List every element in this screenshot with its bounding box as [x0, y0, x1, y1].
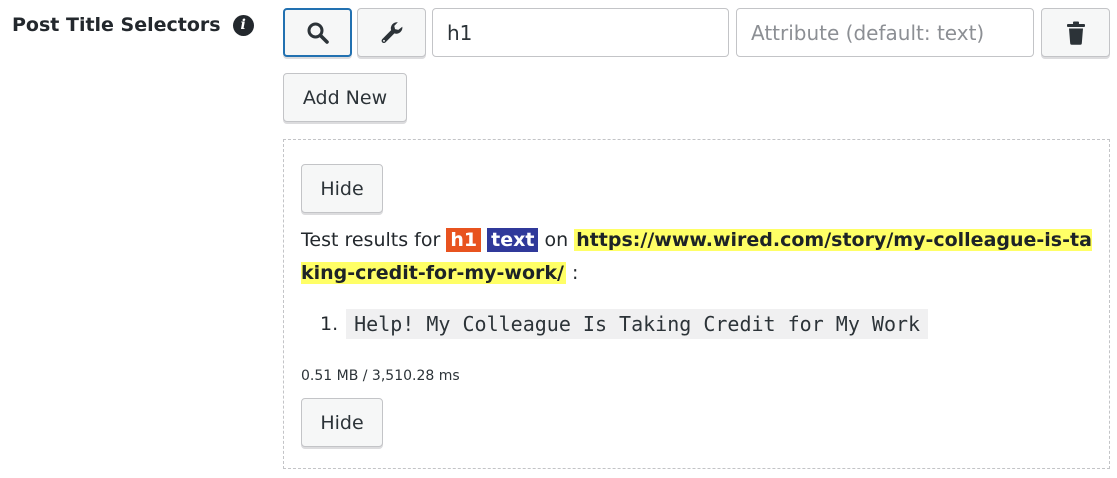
- results-suffix: :: [572, 262, 579, 284]
- hide-results-button-top[interactable]: Hide: [301, 164, 383, 213]
- selector-tag: h1: [446, 228, 482, 252]
- attribute-input[interactable]: [736, 8, 1034, 57]
- wrench-icon: [379, 20, 405, 46]
- field-label-text: Post Title Selectors: [12, 14, 221, 36]
- hide-results-button-bottom[interactable]: Hide: [301, 398, 383, 447]
- trash-icon: [1066, 21, 1086, 45]
- test-selector-button[interactable]: [283, 8, 352, 57]
- attribute-tag: text: [487, 228, 539, 252]
- delete-selector-button[interactable]: [1041, 8, 1110, 57]
- add-new-button[interactable]: Add New: [283, 73, 407, 122]
- list-item: 1. Help! My Colleague Is Taking Credit f…: [320, 309, 929, 339]
- result-stats: 0.51 MB / 3,510.28 ms: [301, 368, 460, 384]
- results-on-word: on: [544, 229, 569, 251]
- results-prefix: Test results for: [301, 229, 441, 251]
- result-value: Help! My Colleague Is Taking Credit for …: [346, 309, 929, 339]
- info-icon[interactable]: i: [232, 14, 254, 36]
- selector-input[interactable]: [432, 8, 729, 57]
- results-list: 1. Help! My Colleague Is Taking Credit f…: [320, 309, 929, 339]
- selector-helper-button[interactable]: [357, 8, 426, 57]
- field-label: Post Title Selectors i: [12, 14, 254, 36]
- test-results-summary: Test results for h1 text on https://www.…: [301, 224, 1101, 290]
- result-number: 1.: [320, 313, 339, 335]
- test-results-panel: Hide Test results for h1 text on https:/…: [283, 139, 1110, 469]
- search-icon: [306, 21, 330, 45]
